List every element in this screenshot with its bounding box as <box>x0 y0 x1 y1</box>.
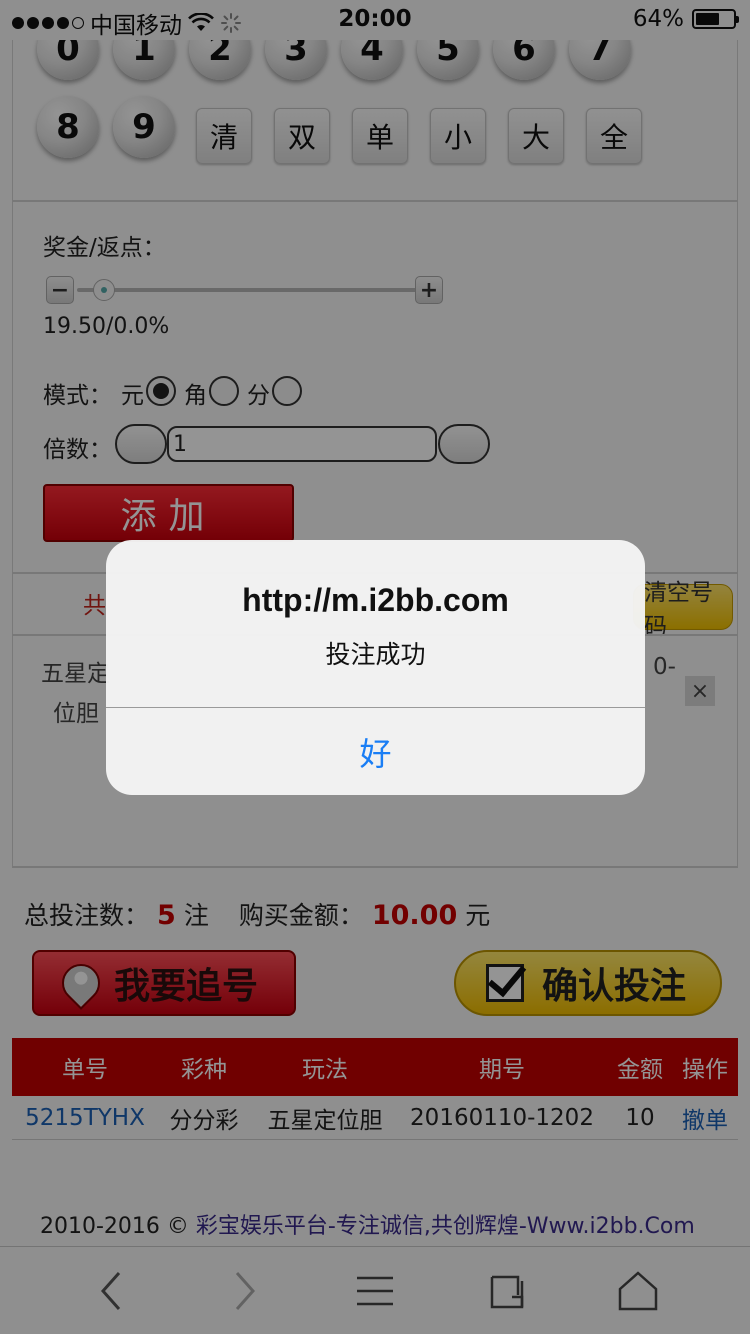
alert-ok-button[interactable]: 好 <box>106 708 645 795</box>
alert-title: http://m.i2bb.com <box>242 582 509 618</box>
alert-dialog: http://m.i2bb.com 投注成功 好 <box>106 540 645 795</box>
alert-message: 投注成功 <box>325 640 426 669</box>
